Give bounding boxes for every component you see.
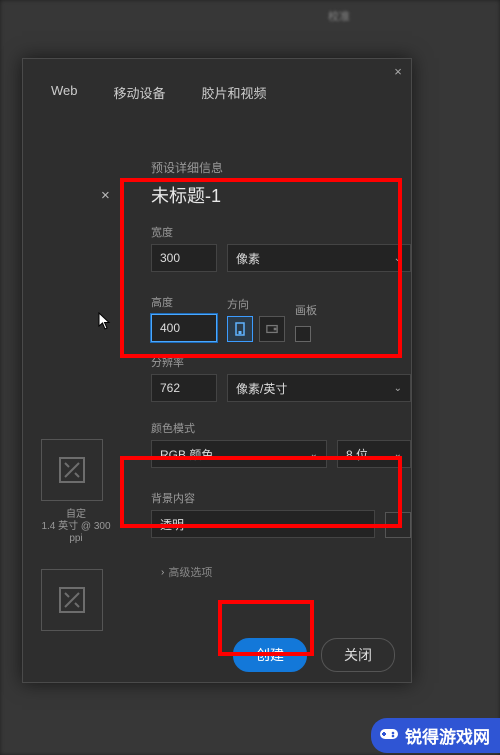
annotation-highlight (120, 178, 402, 358)
tab-web[interactable]: Web (51, 83, 78, 102)
bg-panel-title: 校准 (328, 8, 350, 24)
resolution-unit-value: 像素/英寸 (236, 380, 287, 397)
preset-item[interactable] (41, 439, 103, 501)
dialog-close-icon[interactable]: × (391, 65, 405, 79)
preset-caption-line2: 1.4 英寸 @ 300 ppi (41, 521, 111, 545)
new-document-dialog: × Web 移动设备 胶片和视频 × 预设详细信息 未标题-1 宽度 像素 ⌄ … (22, 58, 412, 683)
preset-close-icon[interactable]: × (101, 187, 110, 204)
cursor-icon (98, 312, 112, 330)
color-mode-label: 颜色模式 (151, 420, 411, 436)
advanced-options-toggle[interactable]: › 高级选项 (151, 564, 411, 580)
preset-caption-line1: 自定 (41, 509, 111, 521)
chevron-right-icon: › (161, 567, 164, 578)
tab-film-video[interactable]: 胶片和视频 (202, 83, 267, 102)
resolution-input[interactable] (151, 374, 217, 402)
advanced-options-label: 高级选项 (168, 564, 212, 580)
watermark-text: 锐得游戏网 (405, 728, 490, 747)
gamepad-icon (379, 723, 399, 743)
preset-list: 自定 1.4 英寸 @ 300 ppi (41, 439, 111, 639)
close-button[interactable]: 关闭 (321, 638, 395, 672)
resolution-unit-select[interactable]: 像素/英寸 ⌄ (227, 374, 411, 402)
dialog-tabs: Web 移动设备 胶片和视频 (23, 59, 411, 112)
preset-icon (57, 455, 87, 485)
tab-mobile[interactable]: 移动设备 (114, 83, 166, 102)
annotation-highlight (218, 600, 314, 656)
preset-info-label: 预设详细信息 (151, 159, 411, 176)
annotation-highlight (120, 456, 402, 528)
preset-item[interactable] (41, 569, 103, 631)
preset-icon (57, 585, 87, 615)
watermark-badge: 锐得游戏网 (371, 718, 500, 753)
chevron-down-icon: ⌄ (394, 383, 402, 394)
